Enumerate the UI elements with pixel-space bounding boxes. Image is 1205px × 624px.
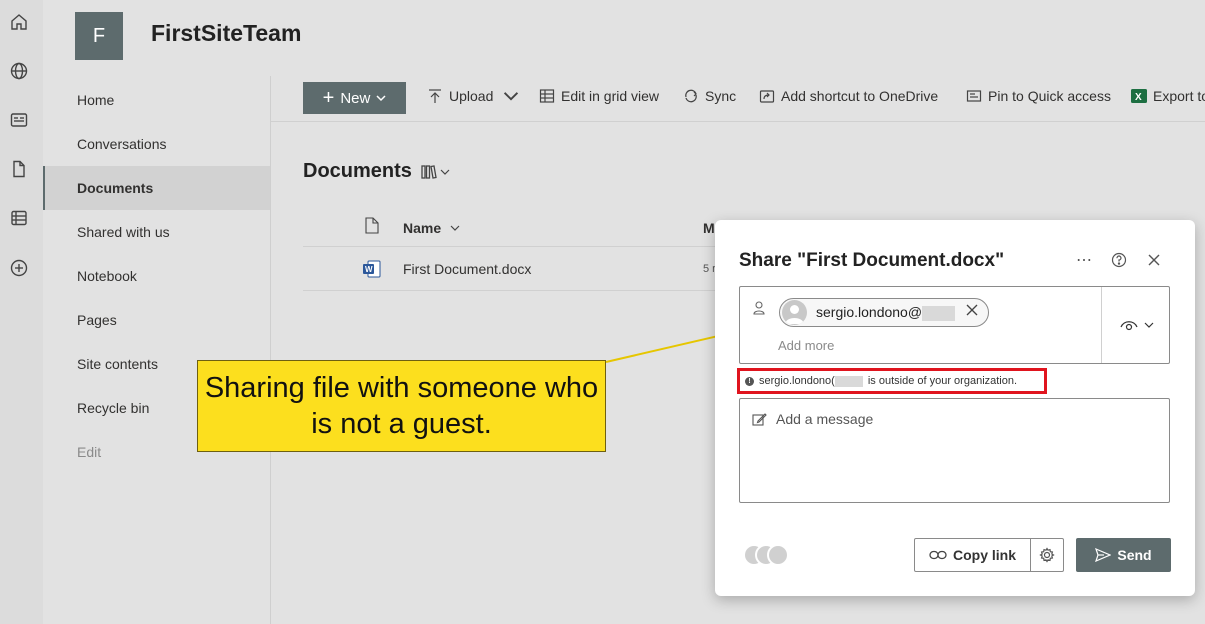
chevron-down-icon [440, 169, 450, 175]
nav-item-notebook[interactable]: Notebook [43, 254, 270, 298]
people-picker[interactable]: sergio.londono@ Add more [739, 286, 1170, 364]
excel-icon: X [1131, 89, 1147, 103]
home-icon[interactable] [9, 12, 29, 32]
redaction-block [922, 305, 956, 321]
app-rail [0, 0, 43, 624]
upload-button[interactable]: Upload [427, 88, 519, 104]
person-icon [753, 301, 765, 315]
pin-to-quick-access-button[interactable]: Pin to Quick access [966, 88, 1111, 104]
add-circle-icon[interactable] [9, 258, 29, 278]
remove-recipient-icon[interactable] [966, 303, 978, 321]
share-dialog: Share "First Document.docx" ⋯ sergio.lon… [715, 220, 1195, 596]
library-header: Documents [303, 160, 450, 183]
file-name[interactable]: First Document.docx [403, 261, 531, 277]
file-type-icon [365, 217, 379, 234]
copy-link-button[interactable]: Copy link [914, 538, 1031, 572]
sync-icon [685, 89, 697, 103]
plus-icon: + [322, 87, 335, 109]
shortcut-label: Add shortcut to OneDrive [781, 88, 939, 104]
list-icon[interactable] [9, 208, 29, 228]
export-label: Export to [1153, 88, 1205, 104]
nav-item-shared-with-us[interactable]: Shared with us [43, 210, 270, 254]
warning-suffix: is outside of your organization. [867, 375, 1018, 387]
avatar [767, 544, 789, 566]
edit-grid-label: Edit in grid view [561, 88, 660, 104]
send-icon [1095, 548, 1112, 562]
upload-label: Upload [449, 88, 494, 104]
export-to-excel-button[interactable]: X Export to [1131, 88, 1205, 104]
svg-text:W: W [365, 265, 373, 274]
word-doc-icon: W [363, 260, 381, 278]
column-header-row: Name M [303, 210, 723, 247]
send-button[interactable]: Send [1076, 538, 1171, 572]
pin-label: Pin to Quick access [988, 88, 1111, 104]
eye-icon [1119, 321, 1138, 331]
globe-icon[interactable] [9, 61, 29, 81]
news-icon[interactable] [9, 110, 29, 130]
gear-icon [1039, 547, 1055, 563]
copy-link-label: Copy link [952, 547, 1016, 563]
shortcut-icon [759, 90, 775, 103]
table-row[interactable]: W First Document.docx 5 r [303, 248, 723, 291]
nav-item-pages[interactable]: Pages [43, 298, 270, 342]
annotation-callout: Sharing file with someone who is not a g… [197, 360, 606, 452]
redaction-block [834, 375, 863, 387]
recipient-email: sergio.londono@ [816, 304, 956, 321]
upload-icon [429, 89, 441, 103]
edit-icon [752, 413, 767, 426]
add-shortcut-button[interactable]: Add shortcut to OneDrive [759, 88, 938, 104]
help-icon[interactable] [1109, 250, 1129, 270]
link-icon [929, 550, 947, 560]
nav-item-documents[interactable]: Documents [43, 166, 270, 210]
file-icon[interactable] [9, 159, 29, 179]
site-title[interactable]: FirstSiteTeam [151, 20, 301, 47]
add-more-input[interactable]: Add more [778, 338, 834, 353]
warning-prefix: sergio.londono( [759, 375, 835, 387]
chevron-down-icon [376, 95, 386, 102]
external-user-warning: ! sergio.londono( is outside of your org… [737, 368, 1047, 394]
view-switcher[interactable] [420, 163, 450, 181]
nav-item-conversations[interactable]: Conversations [43, 122, 270, 166]
recipient-chip[interactable]: sergio.londono@ [779, 298, 989, 327]
chevron-down-icon[interactable] [450, 223, 460, 233]
name-column-header[interactable]: Name [403, 220, 441, 236]
message-placeholder: Add a message [776, 411, 874, 427]
modified-column-header[interactable]: M [703, 220, 715, 236]
message-field[interactable]: Add a message [739, 398, 1170, 503]
new-button[interactable]: + New [303, 82, 406, 114]
chevron-down-icon [1144, 322, 1153, 328]
library-title: Documents [303, 160, 412, 182]
chevron-down-icon [504, 92, 519, 101]
grid-icon [539, 89, 555, 103]
send-label: Send [1117, 547, 1152, 563]
pin-icon [966, 90, 982, 102]
close-icon[interactable] [1144, 250, 1164, 270]
library-view-icon [421, 164, 437, 179]
new-label: New [340, 89, 371, 107]
dialog-title: Share "First Document.docx" [739, 250, 1005, 271]
avatar [782, 300, 807, 325]
edit-in-grid-view-button[interactable]: Edit in grid view [539, 88, 659, 104]
permission-dropdown[interactable] [1101, 287, 1171, 363]
sync-label: Sync [705, 88, 737, 104]
shared-with-avatars[interactable] [743, 544, 797, 568]
site-logo[interactable]: F [75, 12, 123, 60]
svg-text:X: X [1135, 92, 1142, 103]
sync-button[interactable]: Sync [683, 88, 736, 104]
left-navigation: Home Conversations Documents Shared with… [43, 76, 271, 624]
info-icon: ! [745, 376, 754, 386]
nav-item-home[interactable]: Home [43, 78, 270, 122]
link-settings-button[interactable] [1030, 538, 1064, 572]
more-options-icon[interactable]: ⋯ [1074, 250, 1094, 270]
file-modified: 5 r [703, 263, 716, 275]
